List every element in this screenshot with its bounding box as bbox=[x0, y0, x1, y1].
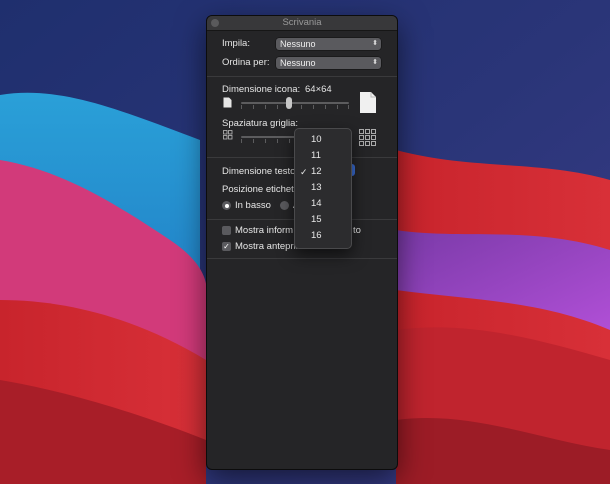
titlebar[interactable]: Scrivania bbox=[207, 16, 397, 31]
show-item-info-checkbox[interactable] bbox=[222, 226, 231, 235]
large-document-icon bbox=[360, 92, 376, 113]
label-position-bottom-label: In basso bbox=[235, 200, 271, 211]
text-size-option-11[interactable]: 11 bbox=[295, 148, 351, 164]
show-item-info-label-tail: to bbox=[353, 225, 361, 236]
icon-size-label: Dimensione icona: bbox=[222, 84, 301, 95]
separator bbox=[207, 76, 397, 77]
text-size-option-16[interactable]: 16 bbox=[295, 228, 351, 244]
text-size-option-10[interactable]: 10 bbox=[295, 132, 351, 148]
close-button[interactable] bbox=[211, 19, 219, 27]
stack-by-value: Nessuno bbox=[280, 39, 316, 49]
grid-tight-icon bbox=[223, 130, 233, 140]
sort-by-value: Nessuno bbox=[280, 58, 316, 68]
sort-by-popup[interactable]: Nessuno ⬍ bbox=[276, 57, 381, 69]
separator bbox=[207, 258, 397, 259]
grid-spacing-label: Spaziatura griglia: bbox=[222, 118, 299, 129]
stack-by-popup[interactable]: Nessuno ⬍ bbox=[276, 38, 381, 50]
stack-by-label: Impila: bbox=[222, 38, 250, 49]
chevron-updown-icon: ⬍ bbox=[372, 59, 378, 66]
show-item-info-label: Mostra inform bbox=[235, 225, 294, 236]
text-size-option-15[interactable]: 15 bbox=[295, 212, 351, 228]
grid-spacing-slider[interactable] bbox=[241, 131, 301, 143]
sort-by-label: Ordina per: bbox=[222, 57, 270, 68]
chevron-updown-icon: ⬍ bbox=[372, 40, 378, 47]
text-size-option-12[interactable]: ✓ 12 bbox=[295, 164, 351, 180]
icon-size-slider-knob[interactable] bbox=[286, 97, 292, 109]
checkmark-icon: ✓ bbox=[300, 167, 308, 177]
label-position-label: Posizione etichet bbox=[222, 184, 294, 195]
grid-wide-icon bbox=[359, 129, 376, 146]
text-size-dropdown-menu: 10 11 ✓ 12 13 14 15 16 bbox=[294, 128, 352, 249]
show-icon-preview-checkbox[interactable]: ✓ bbox=[222, 242, 231, 251]
text-size-option-13[interactable]: 13 bbox=[295, 180, 351, 196]
label-position-bottom-radio[interactable] bbox=[222, 201, 231, 210]
text-size-option-14[interactable]: 14 bbox=[295, 196, 351, 212]
text-size-label: Dimensione testo bbox=[222, 166, 296, 177]
window-title: Scrivania bbox=[282, 17, 322, 28]
icon-size-value: 64×64 bbox=[305, 84, 332, 95]
label-position-right-radio[interactable] bbox=[280, 201, 289, 210]
icon-size-slider[interactable] bbox=[241, 97, 349, 109]
small-document-icon bbox=[223, 97, 232, 108]
